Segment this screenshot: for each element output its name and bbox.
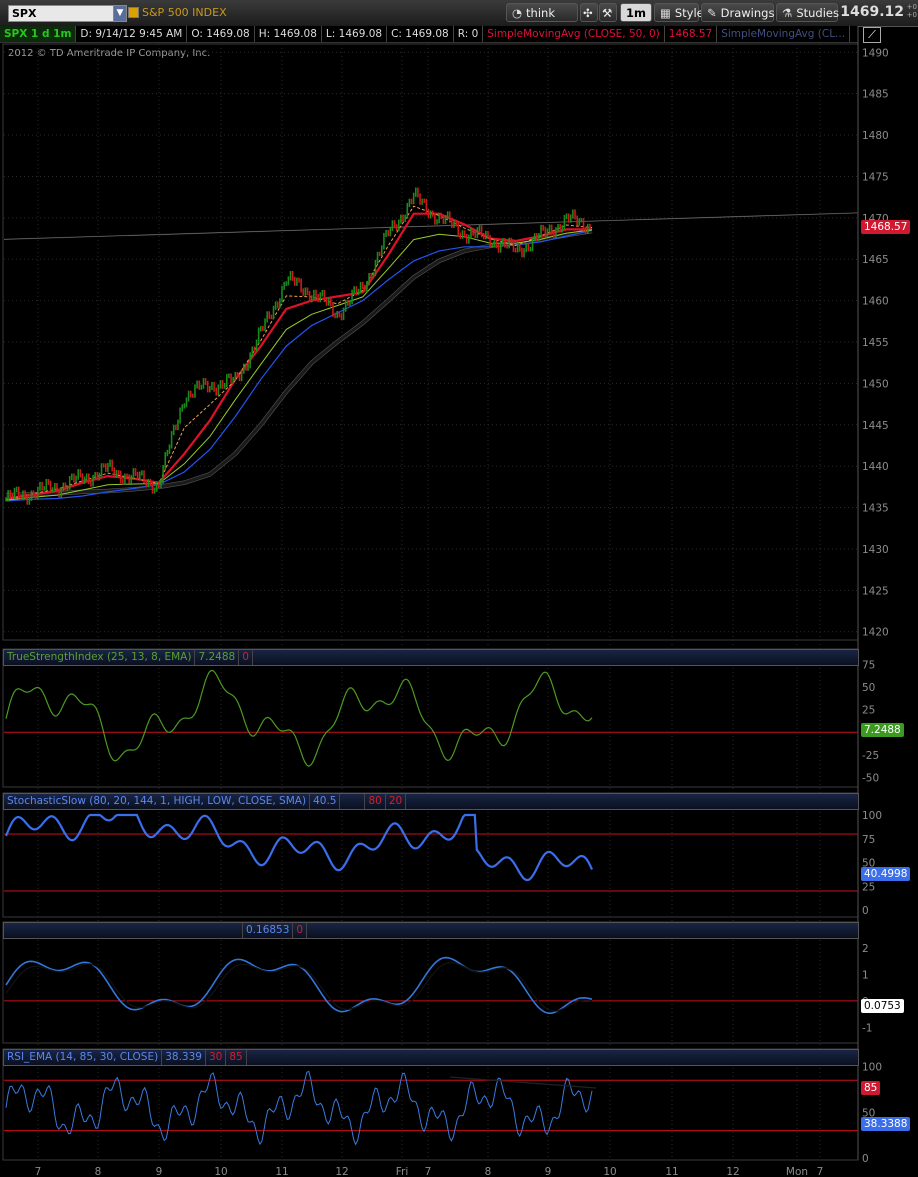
price-tick-label: 1460 <box>862 296 889 308</box>
tsi-badge: 7.2488 <box>861 723 904 737</box>
x-tick-label: 9 <box>545 1166 552 1177</box>
stoch-badge: 40.4998 <box>861 867 911 881</box>
price-tick-label: 1480 <box>862 130 889 142</box>
tsi-header: TrueStrengthIndex (25, 13, 8, EMA) 7.2488… <box>3 649 859 666</box>
tsi-tick-label: 25 <box>862 705 875 717</box>
moving-average-line <box>5 229 593 501</box>
price-tick-label: 1485 <box>862 89 889 101</box>
stoch-tick-label: 75 <box>862 834 875 846</box>
stoch-blank <box>340 794 366 809</box>
stoch-os: 20 <box>386 794 407 809</box>
tsi-zero: 0 <box>239 650 253 665</box>
tsi-tick-label: 50 <box>862 682 875 694</box>
price-tick-label: 1445 <box>862 420 889 432</box>
tsi-line <box>5 669 593 767</box>
price-tick-label: 1455 <box>862 337 889 349</box>
tsi-value: 7.2488 <box>195 650 240 665</box>
stoch-label[interactable]: StochasticSlow (80, 20, 144, 1, HIGH, LO… <box>4 794 311 809</box>
macd-tick-label: 2 <box>862 943 869 955</box>
stochastic-pane <box>4 813 858 892</box>
rsi-ob-badge: 85 <box>861 1081 881 1095</box>
macd-header: 0.16853 0 <box>3 922 859 939</box>
rsi-badge: 38.3388 <box>861 1117 911 1131</box>
x-tick-label: 10 <box>603 1166 616 1177</box>
tsi-tick-label: 75 <box>862 660 875 672</box>
tsi-tick-label: -25 <box>862 750 879 762</box>
price-tick-label: 1420 <box>862 627 889 639</box>
moving-average-line <box>5 229 593 497</box>
macd-tick-label: 1 <box>862 969 869 981</box>
price-badge: 1468.57 <box>861 220 911 234</box>
rsi-ob: 85 <box>226 1050 247 1065</box>
tsi-label[interactable]: TrueStrengthIndex (25, 13, 8, EMA) <box>4 650 196 665</box>
rsi-line <box>5 1070 593 1146</box>
price-tick-label: 1490 <box>862 47 889 59</box>
x-tick-label: 11 <box>665 1166 678 1177</box>
rsi-pane <box>4 1070 858 1146</box>
price-tick-label: 1440 <box>862 461 889 473</box>
x-tick-label: 12 <box>335 1166 348 1177</box>
moving-average-line <box>5 205 593 500</box>
x-tick-label: 7 <box>817 1166 824 1177</box>
x-tick-label: 9 <box>156 1166 163 1177</box>
x-tick-label: 8 <box>485 1166 492 1177</box>
x-tick-label: 10 <box>214 1166 227 1177</box>
stoch-tick-label: 100 <box>862 810 882 822</box>
rsi-tick-label: 0 <box>862 1153 869 1165</box>
rsi-header: RSI_EMA (14, 85, 30, CLOSE) 38.339 30 85 <box>3 1049 859 1066</box>
price-tick-label: 1425 <box>862 585 889 597</box>
rsi-value: 38.339 <box>162 1050 206 1065</box>
macd-value: 0.16853 <box>243 923 294 938</box>
rsi-tick-label: 100 <box>862 1062 882 1074</box>
macd-signal-line <box>5 961 593 1012</box>
stoch-value: 40.5 <box>310 794 341 809</box>
x-tick-label: Fri <box>396 1166 409 1177</box>
macd-badge: 0.0753 <box>861 999 904 1013</box>
price-tick-label: 1435 <box>862 503 889 515</box>
tsi-pane <box>4 669 858 767</box>
x-tick-label: 7 <box>425 1166 432 1177</box>
price-pane <box>3 187 859 505</box>
macd-zero: 0 <box>293 923 308 938</box>
price-tick-label: 1430 <box>862 544 889 556</box>
stoch-line <box>4 813 594 882</box>
x-tick-label: 8 <box>95 1166 102 1177</box>
stoch-ob: 80 <box>365 794 386 809</box>
price-tick-label: 1450 <box>862 378 889 390</box>
x-tick-label: 12 <box>726 1166 739 1177</box>
x-tick-label: 7 <box>35 1166 42 1177</box>
macd-pane <box>4 956 858 1014</box>
macd-tick-label: -1 <box>862 1022 872 1034</box>
price-tick-label: 1465 <box>862 254 889 266</box>
chart-canvas[interactable]: 7 8 9 10 11 12 Fri 7 8 9 10 11 12 Mon 7149014851480147… <box>0 0 918 1177</box>
rsi-label[interactable]: RSI_EMA (14, 85, 30, CLOSE) <box>4 1050 163 1065</box>
moving-average-line <box>5 229 593 502</box>
stoch-tick-label: 0 <box>862 905 869 917</box>
tsi-tick-label: -50 <box>862 772 879 784</box>
moving-average-line <box>5 212 592 501</box>
x-tick-label: 11 <box>275 1166 288 1177</box>
rsi-os: 30 <box>206 1050 227 1065</box>
x-tick-label: Mon <box>786 1166 808 1177</box>
price-tick-label: 1475 <box>862 171 889 183</box>
macd-label-dim[interactable] <box>4 923 243 938</box>
stochastic-header: StochasticSlow (80, 20, 144, 1, HIGH, LO… <box>3 793 859 810</box>
stoch-tick-label: 25 <box>862 881 875 893</box>
